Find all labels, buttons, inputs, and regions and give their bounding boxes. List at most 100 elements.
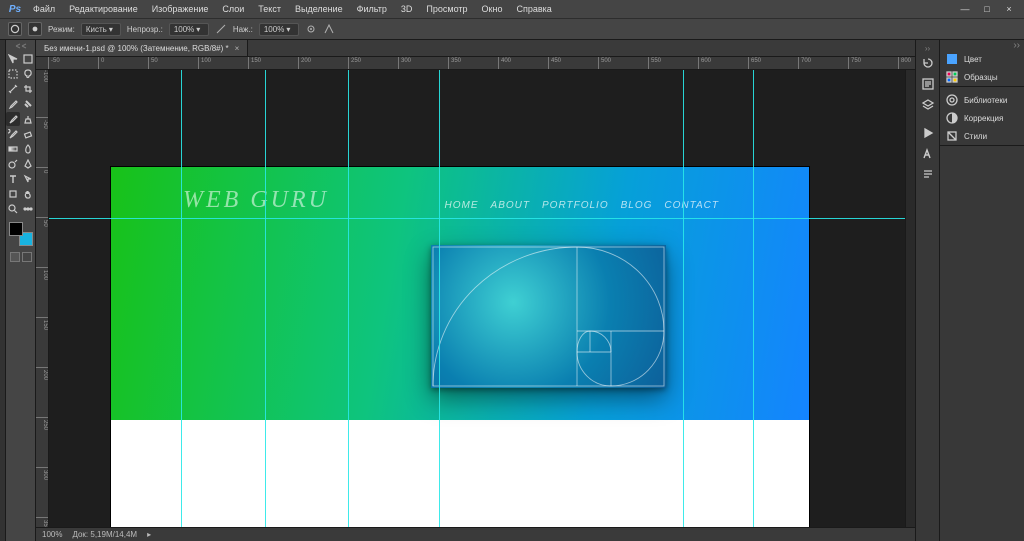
status-bar: 100% Док: 5,19М/14,4М ▸ (36, 527, 915, 541)
options-bar: Режим: Кисть▾ Непрозр.: 100%▾ Наж.: 100%… (0, 18, 1024, 40)
clone-tool[interactable] (21, 112, 35, 126)
menu-item-текст[interactable]: Текст (251, 0, 288, 18)
brush-mode-select[interactable]: Кисть▾ (81, 23, 121, 36)
quickmask-toggle[interactable] (10, 252, 32, 262)
type-tool[interactable] (6, 172, 20, 186)
pressure-size-icon[interactable] (323, 23, 335, 35)
crop-tool[interactable] (21, 82, 35, 96)
opacity-label: Непрозр.: (127, 25, 163, 34)
menu-item-справка[interactable]: Справка (509, 0, 558, 18)
menu-item-просмотр[interactable]: Просмотр (419, 0, 474, 18)
color-swatches[interactable] (9, 222, 33, 246)
lasso-tool[interactable] (21, 67, 35, 81)
hero-card (431, 245, 666, 388)
doc-info: Док: 5,19М/14,4М (72, 530, 137, 539)
dodge-tool[interactable] (6, 157, 20, 171)
toolbox-collapse-icon[interactable] (7, 42, 35, 50)
site-nav: HOMEABOUTPORTFOLIOBLOGCONTACT (445, 200, 719, 211)
panel-коррекция[interactable]: Коррекция (940, 109, 1024, 127)
guide-vertical[interactable] (683, 70, 684, 527)
guide-vertical[interactable] (181, 70, 182, 527)
panel-цвет[interactable]: Цвет (940, 50, 1024, 68)
guide-vertical[interactable] (265, 70, 266, 527)
styles-icon (945, 129, 959, 143)
flow-label: Наж.: (233, 25, 253, 34)
panels-collapse-icon[interactable]: ›› (940, 40, 1024, 50)
nav-blog: BLOG (621, 200, 653, 211)
swatches-icon (945, 70, 959, 84)
panel-образцы[interactable]: Образцы (940, 68, 1024, 86)
panels: ›› ЦветОбразцы БиблиотекиКоррекцияСтили (939, 40, 1024, 541)
history-icon[interactable] (918, 53, 938, 73)
flow-select[interactable]: 100%▾ (259, 23, 299, 36)
nav-about: ABOUT (491, 200, 530, 211)
canvas-area: Без имени-1.psd @ 100% (Затемнение, RGB/… (36, 40, 915, 541)
workspace: Без имени-1.psd @ 100% (Затемнение, RGB/… (0, 40, 1024, 541)
tool-preset-button[interactable] (8, 22, 22, 36)
edit-toolbar-tool[interactable] (21, 202, 35, 216)
menu-item-фильтр[interactable]: Фильтр (350, 0, 394, 18)
guide-vertical[interactable] (348, 70, 349, 527)
scrollbar-vertical[interactable] (905, 70, 915, 527)
menu-item-редактирование[interactable]: Редактирование (62, 0, 145, 18)
wand-tool[interactable] (6, 82, 20, 96)
blur-tool[interactable] (21, 142, 35, 156)
eraser-tool[interactable] (21, 127, 35, 141)
menu-item-файл[interactable]: Файл (26, 0, 62, 18)
panel-библиотеки[interactable]: Библиотеки (940, 91, 1024, 109)
opacity-select[interactable]: 100%▾ (169, 23, 209, 36)
menu-item-выделение[interactable]: Выделение (288, 0, 350, 18)
patch-tool[interactable] (21, 97, 35, 111)
libraries-icon (945, 93, 959, 107)
menu-item-слои[interactable]: Слои (215, 0, 251, 18)
properties-icon[interactable] (918, 74, 938, 94)
layers-icon[interactable] (918, 95, 938, 115)
mode-label: Режим: (48, 25, 75, 34)
paragraph-icon[interactable] (918, 165, 938, 185)
close-tab-icon[interactable]: × (235, 44, 240, 53)
window-maximize-button[interactable]: □ (976, 0, 998, 18)
adjustments-icon (945, 111, 959, 125)
guide-horizontal[interactable] (49, 218, 905, 219)
golden-spiral-icon (431, 245, 666, 388)
nav-portfolio: PORTFOLIO (542, 200, 609, 211)
menu-item-изображение[interactable]: Изображение (145, 0, 216, 18)
play-icon[interactable] (918, 123, 938, 143)
move-tool[interactable] (6, 52, 20, 66)
window-close-button[interactable]: × (998, 0, 1020, 18)
guide-vertical[interactable] (439, 70, 440, 527)
brush-tool[interactable] (6, 112, 20, 126)
document-tab[interactable]: Без имени-1.psd @ 100% (Затемнение, RGB/… (36, 40, 248, 56)
pressure-opacity-icon[interactable] (215, 23, 227, 35)
artboard[interactable]: WEB GURU HOMEABOUTPORTFOLIOBLOGCONTACT (111, 167, 809, 527)
pen-tool[interactable] (21, 157, 35, 171)
app-logo: Ps (4, 4, 26, 15)
window-minimize-button[interactable]: — (954, 0, 976, 18)
ruler-vertical[interactable]: -100-50050100150200250300350400450500 (36, 70, 49, 527)
zoom-tool[interactable] (6, 202, 20, 216)
color-icon (945, 52, 959, 66)
rectangle-tool[interactable] (6, 187, 20, 201)
canvas-viewport[interactable]: WEB GURU HOMEABOUTPORTFOLIOBLOGCONTACT (49, 70, 905, 527)
document-tab-title: Без имени-1.psd @ 100% (Затемнение, RGB/… (44, 44, 229, 53)
zoom-level[interactable]: 100% (42, 530, 62, 539)
fg-color-swatch[interactable] (9, 222, 23, 236)
brush-preview-button[interactable] (28, 22, 42, 36)
menu-item-3d[interactable]: 3D (394, 0, 420, 18)
history-brush-tool[interactable] (6, 127, 20, 141)
hand-tool[interactable] (21, 187, 35, 201)
menubar: Ps ФайлРедактированиеИзображениеСлоиТекс… (0, 0, 1024, 18)
ruler-horizontal[interactable]: -500501001502002503003504004505005506006… (36, 57, 915, 70)
eyedropper-tool[interactable] (6, 97, 20, 111)
gradient-tool[interactable] (6, 142, 20, 156)
character-icon[interactable] (918, 144, 938, 164)
dock-collapse-icon[interactable]: ›› (918, 44, 938, 52)
marquee-tool[interactable] (6, 67, 20, 81)
artboard-tool[interactable] (21, 52, 35, 66)
panel-стили[interactable]: Стили (940, 127, 1024, 145)
toolbox (6, 40, 36, 541)
path-select-tool[interactable] (21, 172, 35, 186)
menu-item-окно[interactable]: Окно (475, 0, 510, 18)
guide-vertical[interactable] (753, 70, 754, 527)
airbrush-icon[interactable] (305, 23, 317, 35)
